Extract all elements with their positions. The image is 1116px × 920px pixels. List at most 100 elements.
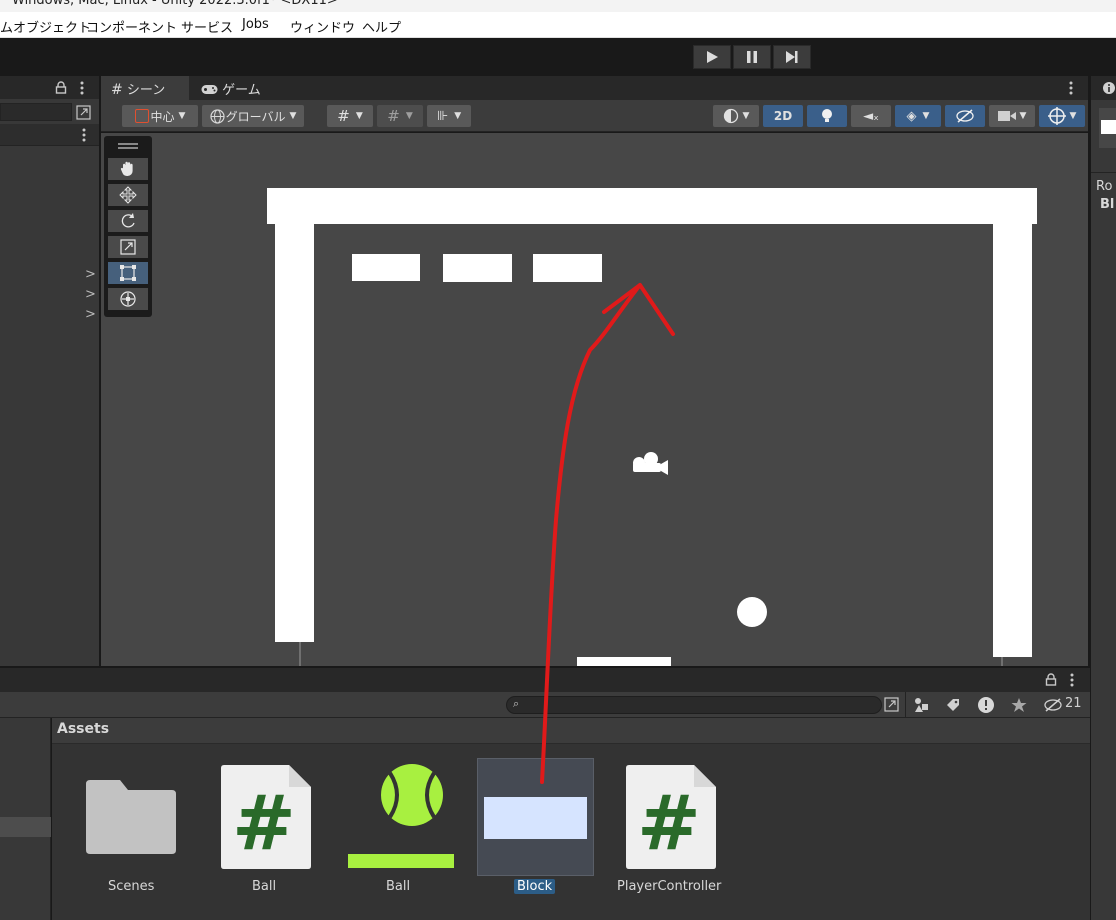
lock-icon[interactable] bbox=[55, 81, 67, 94]
menu-services[interactable]: サービス bbox=[181, 17, 233, 36]
hierarchy-search-input[interactable] bbox=[0, 103, 72, 121]
drag-handle-icon[interactable] bbox=[118, 143, 138, 145]
increment-snap-dropdown[interactable]: # ▼ bbox=[377, 105, 423, 127]
gamepad-icon bbox=[201, 85, 218, 94]
transform-icon bbox=[120, 291, 136, 307]
warning-icon[interactable] bbox=[977, 696, 995, 714]
breadcrumb-assets[interactable]: Assets bbox=[57, 721, 109, 737]
play-button[interactable] bbox=[693, 45, 731, 69]
more-icon[interactable] bbox=[1070, 673, 1074, 687]
hierarchy-panel: > > > bbox=[0, 76, 99, 666]
gizmo-icon bbox=[1047, 107, 1066, 125]
filter-by-type-icon[interactable] bbox=[913, 697, 929, 713]
ruler-dropdown[interactable]: ⊪ ▼ bbox=[427, 105, 471, 127]
transform-tool[interactable] bbox=[107, 287, 149, 311]
asset-label: Scenes bbox=[108, 879, 155, 894]
lightbulb-icon bbox=[822, 109, 832, 122]
asset-label: Block bbox=[514, 879, 556, 894]
separator bbox=[905, 692, 906, 718]
draw-mode-dropdown[interactable]: ▼ bbox=[713, 105, 759, 127]
favorite-star-icon[interactable] bbox=[1011, 697, 1027, 713]
chevron-down-icon: ▼ bbox=[742, 111, 750, 121]
chevron-down-icon: ▼ bbox=[405, 111, 413, 121]
folder-icon bbox=[86, 780, 176, 854]
step-button[interactable] bbox=[773, 45, 811, 69]
hand-icon bbox=[120, 161, 133, 176]
left-wall bbox=[275, 224, 314, 642]
audio-toggle[interactable]: ◄ₓ bbox=[851, 105, 891, 127]
asset-ball-material[interactable] bbox=[348, 764, 454, 870]
grid-snap-dropdown[interactable]: # ▼ bbox=[327, 105, 373, 127]
scene-canvas bbox=[267, 188, 1037, 666]
asset-label: PlayerController bbox=[617, 879, 722, 894]
menu-window[interactable]: ウィンドウ bbox=[290, 17, 355, 36]
lighting-toggle[interactable] bbox=[807, 105, 847, 127]
chevron-down-icon: ▼ bbox=[922, 111, 930, 121]
asset-block[interactable] bbox=[477, 758, 594, 876]
filter-by-label-icon[interactable] bbox=[945, 697, 961, 713]
pivot-dropdown[interactable]: 中心 ▼ bbox=[122, 105, 198, 127]
menu-gameobject[interactable]: ムオブジェクト bbox=[0, 17, 91, 36]
scene-tab-bar: # シーン ゲーム bbox=[101, 76, 1088, 100]
move-icon bbox=[119, 186, 137, 204]
selected-folder-row[interactable] bbox=[0, 817, 51, 837]
inspector-label: Bl bbox=[1100, 197, 1115, 212]
chevron-down-icon: ▼ bbox=[454, 111, 462, 121]
hierarchy-scene-row[interactable] bbox=[0, 124, 99, 146]
more-icon[interactable] bbox=[1069, 81, 1073, 95]
search-options-icon[interactable] bbox=[884, 697, 900, 713]
space-dropdown[interactable]: グローバル ▼ bbox=[202, 105, 304, 127]
menu-help[interactable]: ヘルプ bbox=[362, 17, 401, 36]
asset-label: Ball bbox=[252, 879, 277, 894]
step-icon bbox=[786, 51, 798, 63]
mode-2d-toggle[interactable]: 2D bbox=[763, 105, 803, 127]
menu-jobs[interactable]: Jobs bbox=[242, 17, 269, 32]
chevron-right-icon[interactable]: > bbox=[85, 307, 96, 322]
increment-snap-icon: # bbox=[387, 107, 400, 125]
project-search-input[interactable]: ⌕ bbox=[506, 696, 882, 714]
eye-hidden-icon[interactable] bbox=[1043, 697, 1063, 713]
hidden-count: 21 bbox=[1065, 696, 1082, 711]
scene-viewport[interactable] bbox=[101, 133, 1088, 666]
hand-tool[interactable] bbox=[107, 157, 149, 181]
rect-tool[interactable] bbox=[107, 261, 149, 285]
inspector-tab[interactable] bbox=[1091, 76, 1116, 100]
menu-component[interactable]: コンポーネント bbox=[86, 17, 177, 36]
lock-icon[interactable] bbox=[1045, 673, 1057, 686]
asset-ball-script[interactable]: # bbox=[221, 765, 311, 869]
more-icon[interactable] bbox=[82, 128, 86, 142]
scene-toolbar: 中心 ▼ グローバル ▼ # ▼ # ▼ ⊪ ▼ ▼ 2D ◄ₓ ◈ ▼ ▼ ▼ bbox=[101, 100, 1088, 132]
preview-swatch bbox=[1101, 120, 1116, 134]
rotate-tool[interactable] bbox=[107, 209, 149, 233]
gizmos-dropdown[interactable]: ▼ bbox=[1039, 105, 1085, 127]
chevron-down-icon: ▼ bbox=[1019, 111, 1027, 121]
more-icon[interactable] bbox=[80, 81, 84, 95]
effects-dropdown[interactable]: ◈ ▼ bbox=[895, 105, 941, 127]
scene-visibility-toggle[interactable] bbox=[945, 105, 985, 127]
rotate-icon bbox=[121, 213, 135, 228]
scale-icon bbox=[120, 239, 136, 255]
chevron-right-icon[interactable]: > bbox=[85, 267, 96, 282]
play-icon bbox=[707, 51, 718, 63]
move-tool[interactable] bbox=[107, 183, 149, 207]
tab-game[interactable]: ゲーム bbox=[191, 76, 281, 100]
pause-icon bbox=[747, 51, 757, 63]
ruler-icon: ⊪ bbox=[436, 108, 449, 124]
tab-scene[interactable]: # シーン bbox=[101, 76, 189, 100]
asset-scenes-folder[interactable] bbox=[84, 772, 178, 858]
block-3 bbox=[533, 254, 602, 282]
pause-button[interactable] bbox=[733, 45, 771, 69]
search-options-icon[interactable] bbox=[76, 105, 92, 121]
camera-dropdown[interactable]: ▼ bbox=[989, 105, 1035, 127]
project-panel-header bbox=[0, 668, 1090, 692]
svg-text:#: # bbox=[232, 778, 296, 867]
grid-icon: # bbox=[111, 82, 123, 98]
hierarchy-header bbox=[0, 76, 99, 99]
csharp-script-icon: # bbox=[626, 765, 716, 869]
svg-text:#: # bbox=[637, 778, 701, 867]
scale-tool[interactable] bbox=[107, 235, 149, 259]
asset-playercontroller-script[interactable]: # bbox=[626, 765, 716, 869]
tool-palette bbox=[104, 136, 152, 317]
chevron-right-icon[interactable]: > bbox=[85, 287, 96, 302]
csharp-script-icon: # bbox=[221, 765, 311, 869]
